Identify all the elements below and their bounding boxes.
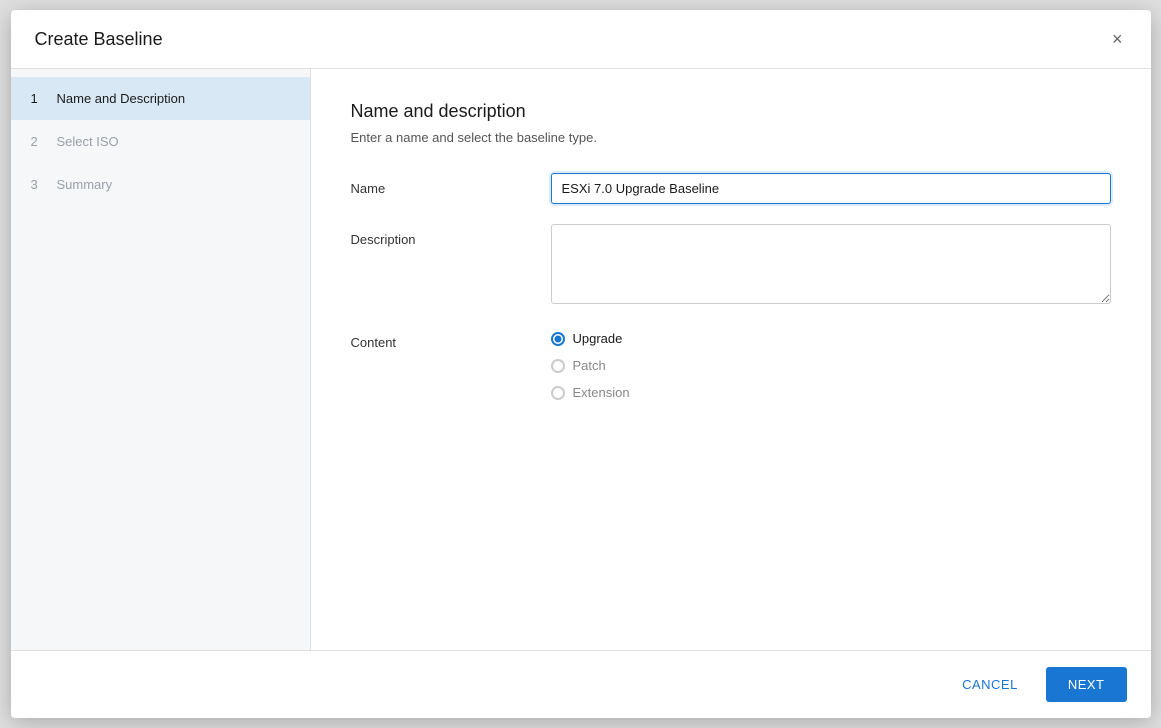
radio-patch-label: Patch [573,358,606,373]
description-textarea[interactable] [551,224,1111,304]
radio-extension-input[interactable] [551,386,565,400]
content-label: Content [351,327,551,350]
content-options-wrapper: Upgrade Patch Extension [551,327,1111,400]
section-title: Name and description [351,101,1111,122]
description-row: Description [351,224,1111,307]
dialog-footer: CANCEL NEXT [11,650,1151,718]
radio-extension-label: Extension [573,385,630,400]
content-row: Content Upgrade Patch Ext [351,327,1111,400]
description-field-wrapper [551,224,1111,307]
step-3-label: Summary [57,177,113,192]
radio-upgrade-input[interactable] [551,332,565,346]
stepper-sidebar: 1 Name and Description 2 Select ISO 3 Su… [11,69,311,650]
cancel-button[interactable]: CANCEL [946,669,1034,700]
radio-upgrade-label: Upgrade [573,331,623,346]
radio-group: Upgrade Patch Extension [551,327,1111,400]
name-row: Name [351,173,1111,204]
name-input[interactable] [551,173,1111,204]
step-3-summary[interactable]: 3 Summary [11,163,310,206]
step-2-label: Select ISO [57,134,119,149]
dialog-title: Create Baseline [35,29,163,50]
step-2-select-iso[interactable]: 2 Select ISO [11,120,310,163]
radio-patch-input[interactable] [551,359,565,373]
next-button[interactable]: NEXT [1046,667,1127,702]
radio-option-patch[interactable]: Patch [551,358,1111,373]
description-label: Description [351,224,551,247]
radio-option-upgrade[interactable]: Upgrade [551,331,1111,346]
step-2-number: 2 [31,134,47,149]
step-1-number: 1 [31,91,47,106]
section-subtitle: Enter a name and select the baseline typ… [351,130,1111,145]
close-button[interactable]: × [1108,26,1127,52]
main-content-area: Name and description Enter a name and se… [311,69,1151,650]
step-3-number: 3 [31,177,47,192]
dialog-header: Create Baseline × [11,10,1151,69]
dialog-body: 1 Name and Description 2 Select ISO 3 Su… [11,69,1151,650]
radio-option-extension[interactable]: Extension [551,385,1111,400]
create-baseline-dialog: Create Baseline × 1 Name and Description… [11,10,1151,718]
name-field-wrapper [551,173,1111,204]
step-1-label: Name and Description [57,91,186,106]
name-label: Name [351,173,551,196]
step-1-name-description[interactable]: 1 Name and Description [11,77,310,120]
